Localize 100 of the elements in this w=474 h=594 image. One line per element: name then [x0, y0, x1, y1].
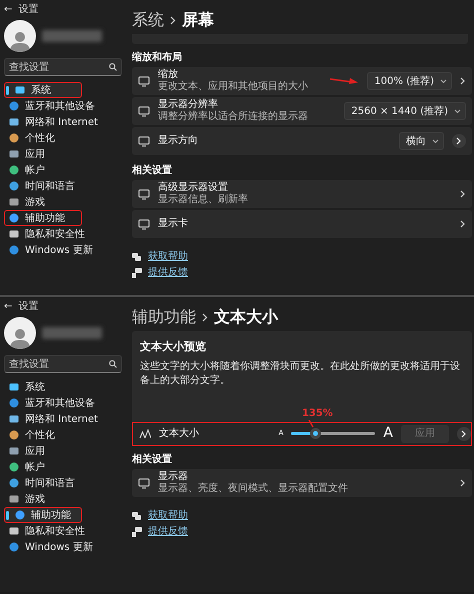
sidebar-item[interactable]: 系统 [4, 379, 122, 395]
monitor-icon [138, 135, 150, 147]
sidebar-item[interactable]: 应用 [4, 443, 122, 459]
settings-row[interactable]: 显示方向 横向 [132, 127, 472, 155]
circle-icon [9, 542, 19, 552]
expand-button[interactable] [452, 134, 466, 148]
settings-row[interactable]: 缩放 更改文本、应用和其他项目的大小 100% (推荐) [132, 67, 472, 95]
circle-icon [9, 462, 19, 472]
section-heading: 缩放和布局 [132, 52, 183, 64]
search-box[interactable]: 查找设置 [4, 58, 122, 76]
help-link[interactable]: 提供反馈 [148, 524, 188, 538]
row-description: 更改文本、应用和其他项目的大小 [158, 81, 309, 93]
square-icon [9, 197, 19, 207]
annotation-label: 135% [302, 407, 333, 421]
feedback-icon [132, 268, 142, 278]
circle-icon [9, 398, 19, 408]
chat-bubbles-icon [132, 252, 142, 262]
dropdown[interactable]: 100% (推荐) [367, 72, 452, 90]
monitor-icon [138, 105, 150, 117]
sidebar-item[interactable]: 帐户 [4, 162, 122, 178]
settings-row[interactable]: 高级显示器设置 显示器信息、刷新率 [132, 180, 472, 208]
sidebar-item[interactable]: Windows 更新 [4, 242, 122, 258]
slider-thumb[interactable] [310, 428, 321, 439]
chevron-icon[interactable] [460, 478, 466, 486]
sidebar-item[interactable]: 网络和 Internet [4, 411, 122, 427]
circle-icon [9, 213, 19, 223]
square-icon [15, 85, 25, 95]
settings-row[interactable]: 显示卡 [132, 210, 472, 238]
settings-row[interactable]: 显示器 显示器、亮度、夜间模式、显示器配置文件 [132, 468, 472, 496]
circle-icon [15, 510, 25, 520]
row-title: 显示器分辨率 [158, 99, 219, 110]
square-icon [9, 526, 19, 536]
caret-icon [432, 138, 439, 144]
help-link[interactable]: 提供反馈 [148, 266, 188, 280]
help-link[interactable]: 获取帮助 [148, 250, 188, 264]
search-input[interactable]: 查找设置 [9, 60, 109, 74]
sidebar-item[interactable]: 隐私和安全性 [4, 226, 122, 242]
large-a-label: A [383, 424, 393, 443]
sidebar-item[interactable]: 个性化 [4, 427, 122, 443]
expand-button[interactable] [457, 426, 471, 440]
search-input[interactable]: 查找设置 [9, 356, 109, 372]
page-title: 屏幕 [182, 10, 214, 30]
circle-icon [9, 133, 19, 143]
sidebar-item[interactable]: Windows 更新 [4, 539, 122, 555]
breadcrumb-link[interactable]: 系统 [132, 10, 164, 30]
circle-icon [9, 245, 19, 255]
settings-row[interactable]: 显示器分辨率 调整分辨率以适合所连接的显示器 2560 × 1440 (推荐) [132, 97, 472, 125]
feedback-icon [132, 526, 142, 536]
circle-icon [9, 181, 19, 191]
dropdown[interactable]: 横向 [399, 132, 444, 150]
breadcrumb-link[interactable]: 辅助功能 [132, 307, 196, 327]
search-box[interactable]: 查找设置 [4, 355, 122, 373]
square-icon [9, 494, 19, 504]
help-link[interactable]: 获取帮助 [148, 508, 188, 522]
chevron-icon[interactable] [460, 190, 466, 198]
square-icon [9, 117, 19, 127]
sidebar-item[interactable]: 辅助功能 [4, 507, 82, 523]
section-heading: 相关设置 [132, 165, 173, 177]
sidebar-item[interactable]: 游戏 [4, 194, 122, 210]
back-button[interactable]: ← [4, 301, 12, 313]
square-icon [9, 382, 19, 392]
sidebar-item[interactable]: 时间和语言 [4, 178, 122, 194]
sidebar-item[interactable]: 帐户 [4, 459, 122, 475]
back-button[interactable]: ← [4, 4, 12, 16]
row-title: 文本大小 [159, 426, 200, 441]
chevron-icon[interactable] [460, 77, 466, 85]
search-icon [109, 360, 117, 368]
row-title: 显示方向 [158, 135, 199, 147]
circle-icon [9, 101, 19, 111]
square-icon [9, 149, 19, 159]
monitor-icon [138, 75, 150, 87]
sidebar-item[interactable]: 游戏 [4, 491, 122, 507]
monitor-icon [138, 218, 150, 230]
row-title: 显示器 [158, 470, 189, 482]
chevron-icon [202, 312, 208, 322]
circle-icon [9, 165, 19, 175]
sidebar-item[interactable]: 系统 [4, 82, 82, 98]
sidebar-item[interactable]: 时间和语言 [4, 475, 122, 491]
circle-icon [9, 478, 19, 488]
sidebar-item[interactable]: 蓝牙和其他设备 [4, 395, 122, 411]
sidebar-item[interactable]: 蓝牙和其他设备 [4, 98, 122, 114]
sidebar-item[interactable]: 应用 [4, 146, 122, 162]
person-silhouette-icon [9, 327, 31, 349]
dropdown[interactable]: 2560 × 1440 (推荐) [344, 102, 466, 120]
search-icon [109, 63, 117, 71]
blurred-name [42, 30, 102, 42]
sidebar-item[interactable]: 网络和 Internet [4, 114, 122, 130]
square-icon [9, 229, 19, 239]
chevron-icon[interactable] [460, 220, 466, 228]
row-description: 显示器、亮度、夜间模式、显示器配置文件 [158, 482, 349, 494]
chevron-icon [170, 16, 176, 24]
row-description: 显示器信息、刷新率 [158, 194, 249, 206]
sidebar-item[interactable]: 隐私和安全性 [4, 523, 122, 539]
sidebar-item[interactable]: 个性化 [4, 130, 122, 146]
preview-text: 这些文字的大小将随着你调整滑块而更改。在此处所做的更改将适用于设备上的大部分文字。 [140, 360, 461, 388]
chat-bubbles-icon [132, 510, 142, 520]
caret-icon [440, 78, 447, 84]
square-icon [9, 446, 19, 456]
sidebar-item[interactable]: 辅助功能 [4, 210, 82, 226]
monitor-icon [138, 188, 150, 200]
